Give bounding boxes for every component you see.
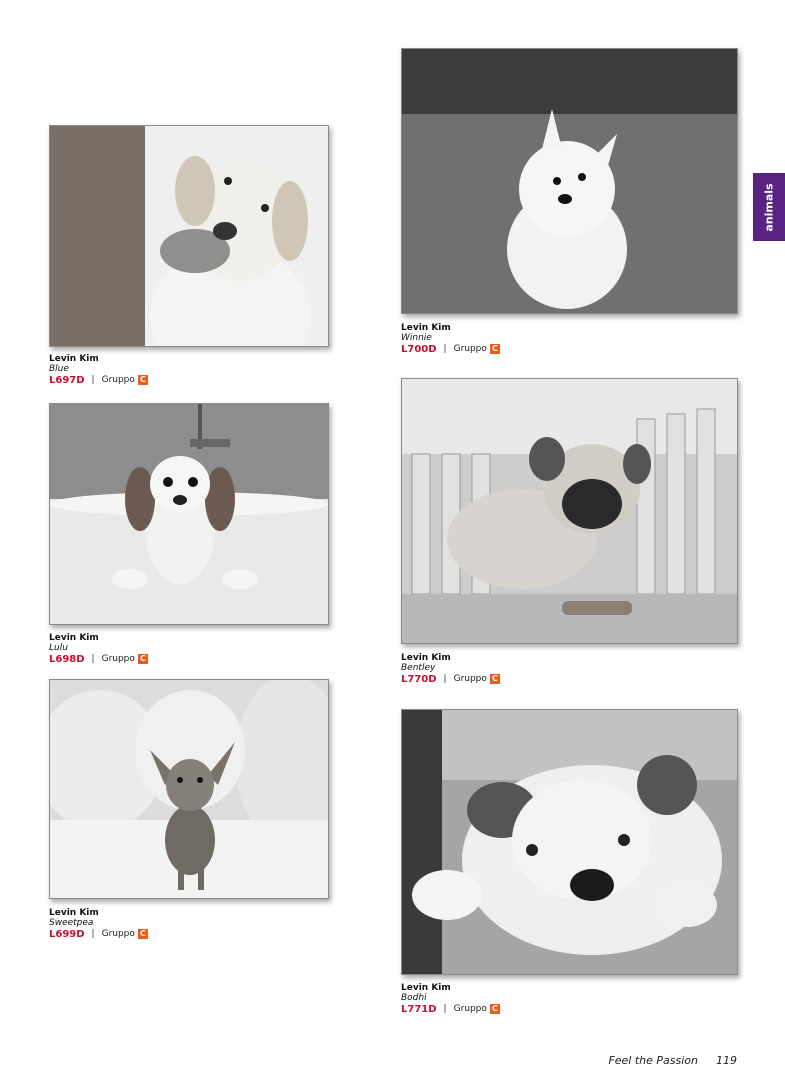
- artist-name: Levin Kim: [401, 653, 451, 663]
- caption-bodhi: Levin Kim Bodhi L771D | Gruppo C: [401, 983, 500, 1015]
- separator: |: [443, 674, 447, 685]
- caption-lulu: Levin Kim Lulu L698D | Gruppo C: [49, 633, 148, 665]
- gruppo-badge: C: [137, 929, 148, 940]
- product-code: L697D: [49, 374, 85, 386]
- photo-bodhi: [401, 709, 738, 975]
- photo-blue: [49, 125, 329, 347]
- separator: |: [91, 929, 95, 940]
- photo-lulu: [49, 403, 329, 625]
- dog-photo-bulldog: [402, 710, 737, 974]
- gruppo-label: Gruppo: [453, 1004, 487, 1015]
- product-code: L700D: [401, 343, 437, 355]
- gruppo-label: Gruppo: [101, 375, 135, 386]
- caption-blue: Levin Kim Blue L697D | Gruppo C: [49, 354, 148, 386]
- code-line: L700D | Gruppo C: [401, 344, 500, 356]
- code-line: L698D | Gruppo C: [49, 654, 148, 666]
- separator: |: [91, 654, 95, 665]
- product-code: L771D: [401, 1003, 437, 1015]
- dog-photo-chihuahua: [50, 680, 328, 898]
- footer-tagline: Feel the Passion: [608, 1054, 698, 1067]
- artist-name: Levin Kim: [401, 323, 451, 333]
- code-line: L697D | Gruppo C: [49, 375, 148, 387]
- gruppo-label: Gruppo: [101, 929, 135, 940]
- photo-title: Sweetpea: [49, 918, 94, 929]
- photo-sweetpea: [49, 679, 329, 899]
- separator: |: [443, 1004, 447, 1015]
- product-code: L698D: [49, 653, 85, 665]
- artist-name: Levin Kim: [401, 983, 451, 993]
- photo-title: Blue: [49, 364, 69, 375]
- section-tab-label: animals: [762, 182, 776, 232]
- caption-sweetpea: Levin Kim Sweetpea L699D | Gruppo C: [49, 908, 148, 940]
- photo-title: Winnie: [401, 333, 432, 344]
- artist-name: Levin Kim: [49, 908, 99, 918]
- product-code: L770D: [401, 673, 437, 685]
- separator: |: [443, 344, 447, 355]
- dog-photo-labrador: [50, 126, 328, 346]
- dog-photo-westie: [402, 49, 737, 313]
- photo-winnie: [401, 48, 738, 314]
- section-tab: animals: [753, 173, 785, 241]
- gruppo-badge: C: [137, 654, 148, 665]
- code-line: L699D | Gruppo C: [49, 929, 148, 941]
- caption-winnie: Levin Kim Winnie L700D | Gruppo C: [401, 323, 500, 355]
- gruppo-label: Gruppo: [101, 654, 135, 665]
- page-number: 119: [716, 1054, 737, 1067]
- photo-title: Bentley: [401, 663, 436, 674]
- gruppo-label: Gruppo: [453, 674, 487, 685]
- product-code: L699D: [49, 928, 85, 940]
- artist-name: Levin Kim: [49, 633, 99, 643]
- gruppo-badge: C: [137, 375, 148, 386]
- gruppo-badge: C: [489, 1004, 500, 1015]
- gruppo-label: Gruppo: [453, 344, 487, 355]
- gruppo-badge: C: [489, 344, 500, 355]
- dog-photo-spaniel: [50, 404, 328, 624]
- photo-title: Lulu: [49, 643, 68, 654]
- caption-bentley: Levin Kim Bentley L770D | Gruppo C: [401, 653, 500, 685]
- photo-bentley: [401, 378, 738, 644]
- artist-name: Levin Kim: [49, 354, 99, 364]
- separator: |: [91, 375, 95, 386]
- dog-photo-pug: [402, 379, 737, 643]
- code-line: L771D | Gruppo C: [401, 1004, 500, 1016]
- page-footer: Feel the Passion 119: [608, 1054, 737, 1067]
- code-line: L770D | Gruppo C: [401, 674, 500, 686]
- gruppo-badge: C: [489, 674, 500, 685]
- photo-title: Bodhi: [401, 993, 427, 1004]
